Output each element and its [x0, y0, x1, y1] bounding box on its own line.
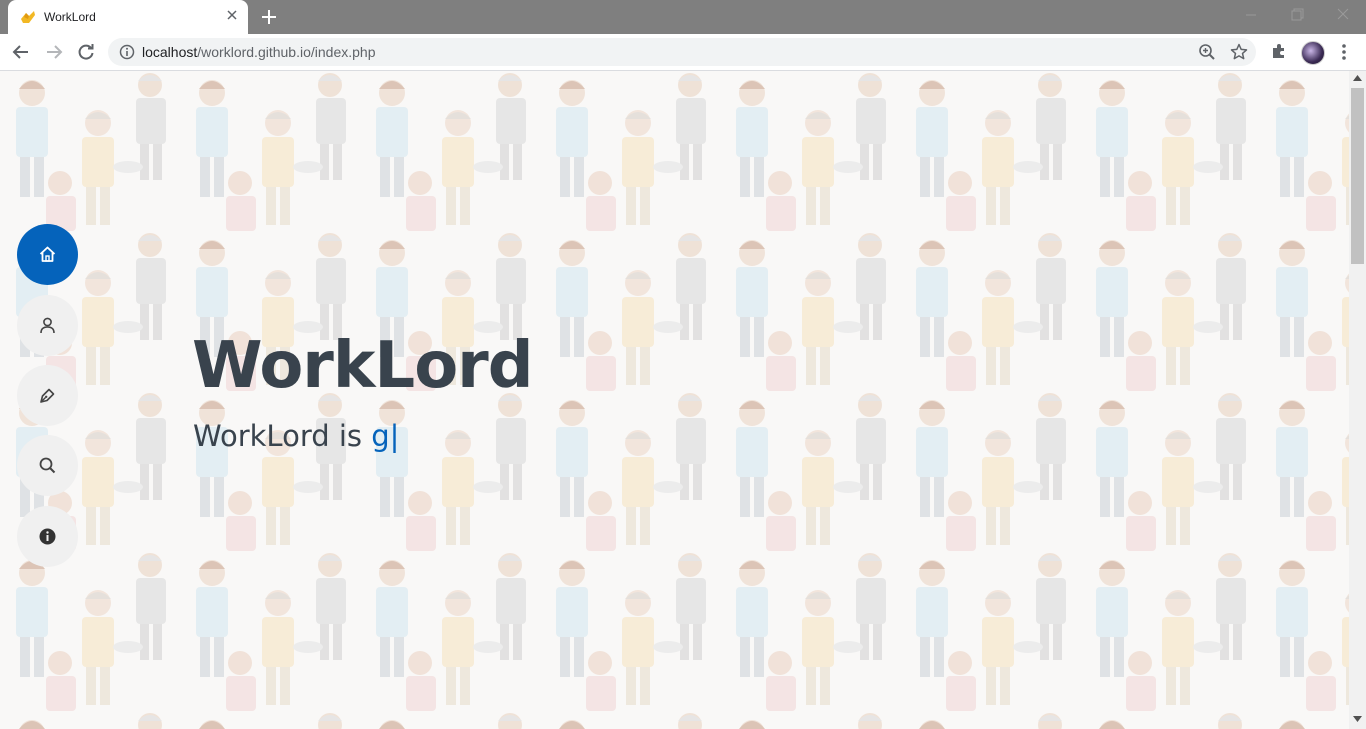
hero-title: WorkLord — [192, 329, 534, 403]
star-icon[interactable] — [1230, 43, 1248, 61]
nav-home-button[interactable] — [17, 224, 78, 285]
close-tab-icon[interactable] — [226, 9, 238, 21]
browser-tab[interactable]: WorkLord — [8, 0, 248, 34]
browser-tabstrip: WorkLord — [0, 0, 1366, 34]
info-icon[interactable] — [119, 44, 135, 60]
nav-info-button[interactable] — [17, 506, 78, 567]
pen-icon — [40, 388, 55, 403]
scrollbar-thumb[interactable] — [1351, 88, 1364, 264]
search-icon — [39, 457, 56, 474]
reload-icon[interactable] — [76, 42, 96, 62]
tab-title: WorkLord — [44, 10, 96, 24]
url-text[interactable]: localhost/worklord.github.io/index.php — [142, 44, 376, 60]
typed-text: g — [371, 419, 390, 453]
person-icon — [40, 317, 55, 334]
home-icon — [39, 246, 56, 262]
hero-subtitle: WorkLord is g| — [193, 419, 399, 453]
browser-toolbar: localhost/worklord.github.io/index.php — [0, 34, 1366, 71]
page-scrollbar[interactable] — [1349, 71, 1366, 729]
info-circle-icon — [39, 528, 56, 545]
address-bar[interactable]: localhost/worklord.github.io/index.php — [108, 38, 1256, 66]
nav-services-button[interactable] — [17, 365, 78, 426]
page-viewport: WorkLord WorkLord is g| — [0, 71, 1349, 729]
restore-icon[interactable] — [1286, 6, 1308, 24]
new-tab-icon[interactable] — [260, 8, 278, 26]
extensions-icon[interactable] — [1270, 42, 1288, 60]
url-path: /worklord.github.io/index.php — [197, 44, 376, 60]
scroll-up-arrow-icon[interactable] — [1353, 75, 1362, 81]
close-window-icon[interactable] — [1332, 6, 1354, 24]
typing-cursor: | — [389, 419, 400, 453]
forward-icon[interactable] — [44, 42, 64, 62]
menu-icon[interactable] — [1337, 42, 1351, 62]
nav-about-button[interactable] — [17, 295, 78, 356]
worklord-favicon — [21, 11, 35, 23]
back-icon[interactable] — [11, 42, 31, 62]
url-host: localhost — [142, 44, 198, 60]
minimize-icon[interactable] — [1240, 6, 1262, 24]
profile-avatar[interactable] — [1301, 41, 1325, 65]
zoom-icon[interactable] — [1198, 43, 1216, 61]
scroll-down-arrow-icon[interactable] — [1353, 716, 1362, 722]
nav-search-button[interactable] — [17, 435, 78, 496]
hero-subtitle-prefix: WorkLord is — [193, 419, 372, 453]
